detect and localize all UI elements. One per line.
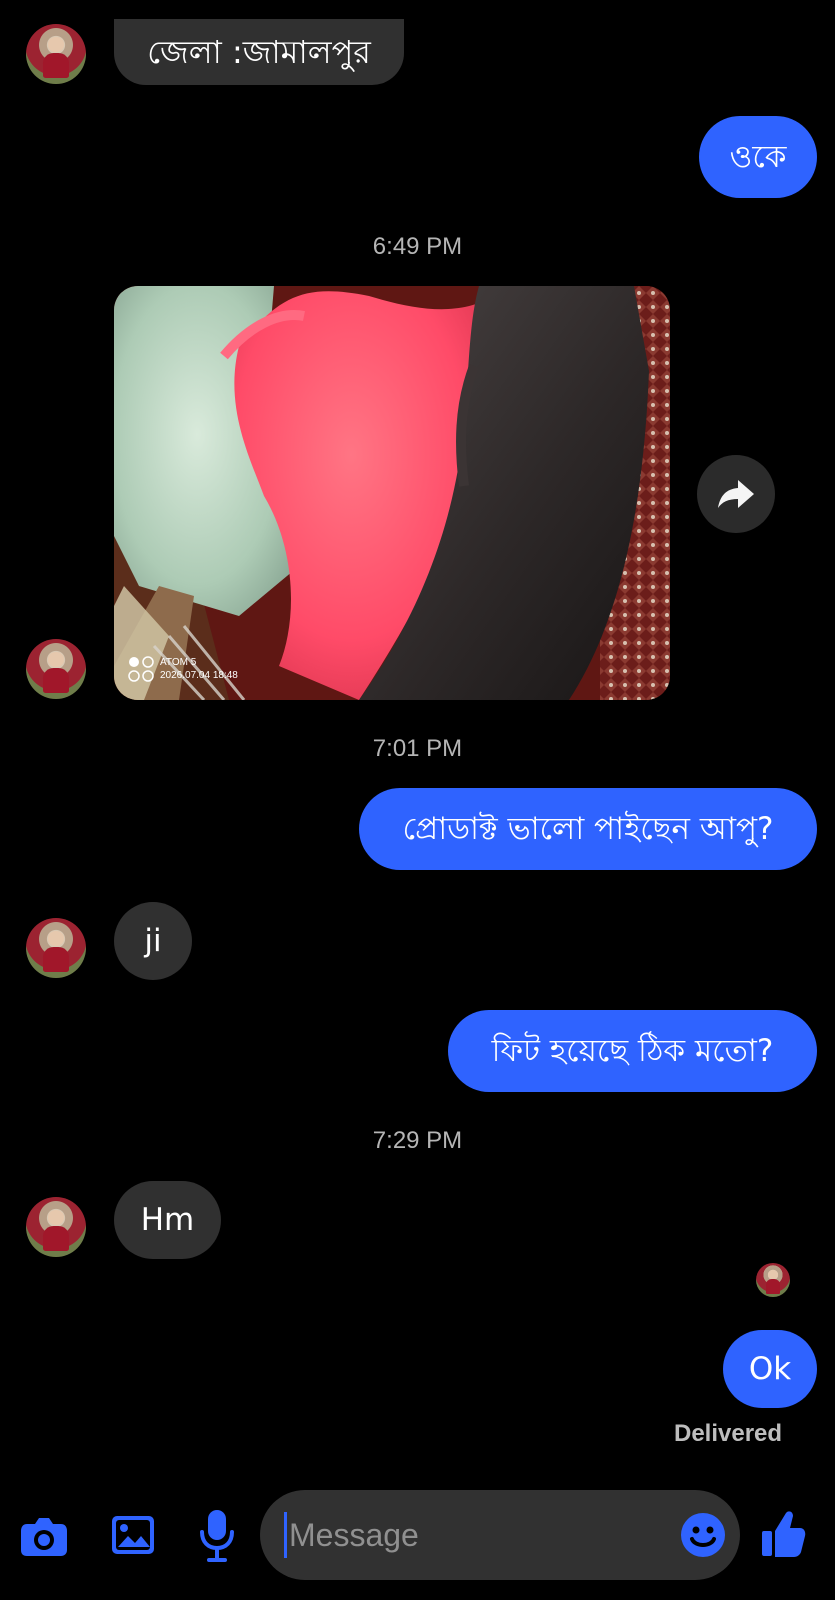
read-receipt-avatar (756, 1263, 790, 1297)
forward-button[interactable] (697, 455, 775, 533)
message-input[interactable] (287, 1515, 631, 1555)
message-bubble[interactable]: জেলা :জামালপুর (114, 19, 404, 85)
like-button[interactable] (759, 1508, 807, 1560)
contact-avatar[interactable] (26, 1197, 86, 1257)
message-bubble[interactable]: ওকে (699, 116, 817, 198)
delivery-status: Delivered (674, 1420, 783, 1447)
contact-avatar[interactable] (26, 639, 86, 699)
message-bubble[interactable]: ফিট হয়েছে ঠিক মতো? (448, 1010, 817, 1092)
watermark-datetime: 2026.07.04 18:48 (160, 670, 238, 681)
contact-avatar[interactable] (26, 24, 86, 84)
message-text: Hm (140, 1201, 195, 1238)
timestamp: 6:49 PM (372, 233, 463, 260)
camera-button[interactable] (18, 1510, 70, 1562)
emoji-icon[interactable] (680, 1512, 726, 1558)
photo-message[interactable]: ATOM 5 2026.07.04 18:48 (114, 286, 670, 700)
contact-avatar[interactable] (26, 918, 86, 978)
microphone-icon (200, 1510, 234, 1562)
message-text: ji (144, 922, 162, 959)
photo-image: ATOM 5 2026.07.04 18:48 (114, 286, 670, 700)
message-text: জেলা :জামালপুর (147, 33, 371, 71)
message-bubble[interactable]: প্রোডাক্ট ভালো পাইছেন আপু? (359, 788, 817, 870)
forward-icon (718, 480, 754, 508)
message-bubble[interactable]: Ok (723, 1330, 817, 1408)
message-text: ওকে (729, 138, 787, 175)
message-text: প্রোডাক্ট ভালো পাইছেন আপু? (402, 810, 774, 847)
message-bubble[interactable]: Hm (114, 1181, 221, 1259)
gallery-button[interactable] (108, 1510, 158, 1560)
image-icon (112, 1516, 154, 1554)
message-text: ফিট হয়েছে ঠিক মতো? (491, 1032, 774, 1069)
message-bubble[interactable]: ji (114, 902, 192, 980)
timestamp: 7:29 PM (372, 1127, 463, 1154)
watermark-brand: ATOM 5 (160, 657, 197, 668)
camera-icon (21, 1518, 67, 1556)
message-text: Ok (748, 1350, 792, 1387)
microphone-button[interactable] (195, 1506, 239, 1564)
timestamp: 7:01 PM (372, 735, 463, 762)
thumbs-up-icon (762, 1511, 806, 1557)
message-input-container[interactable] (260, 1490, 740, 1580)
